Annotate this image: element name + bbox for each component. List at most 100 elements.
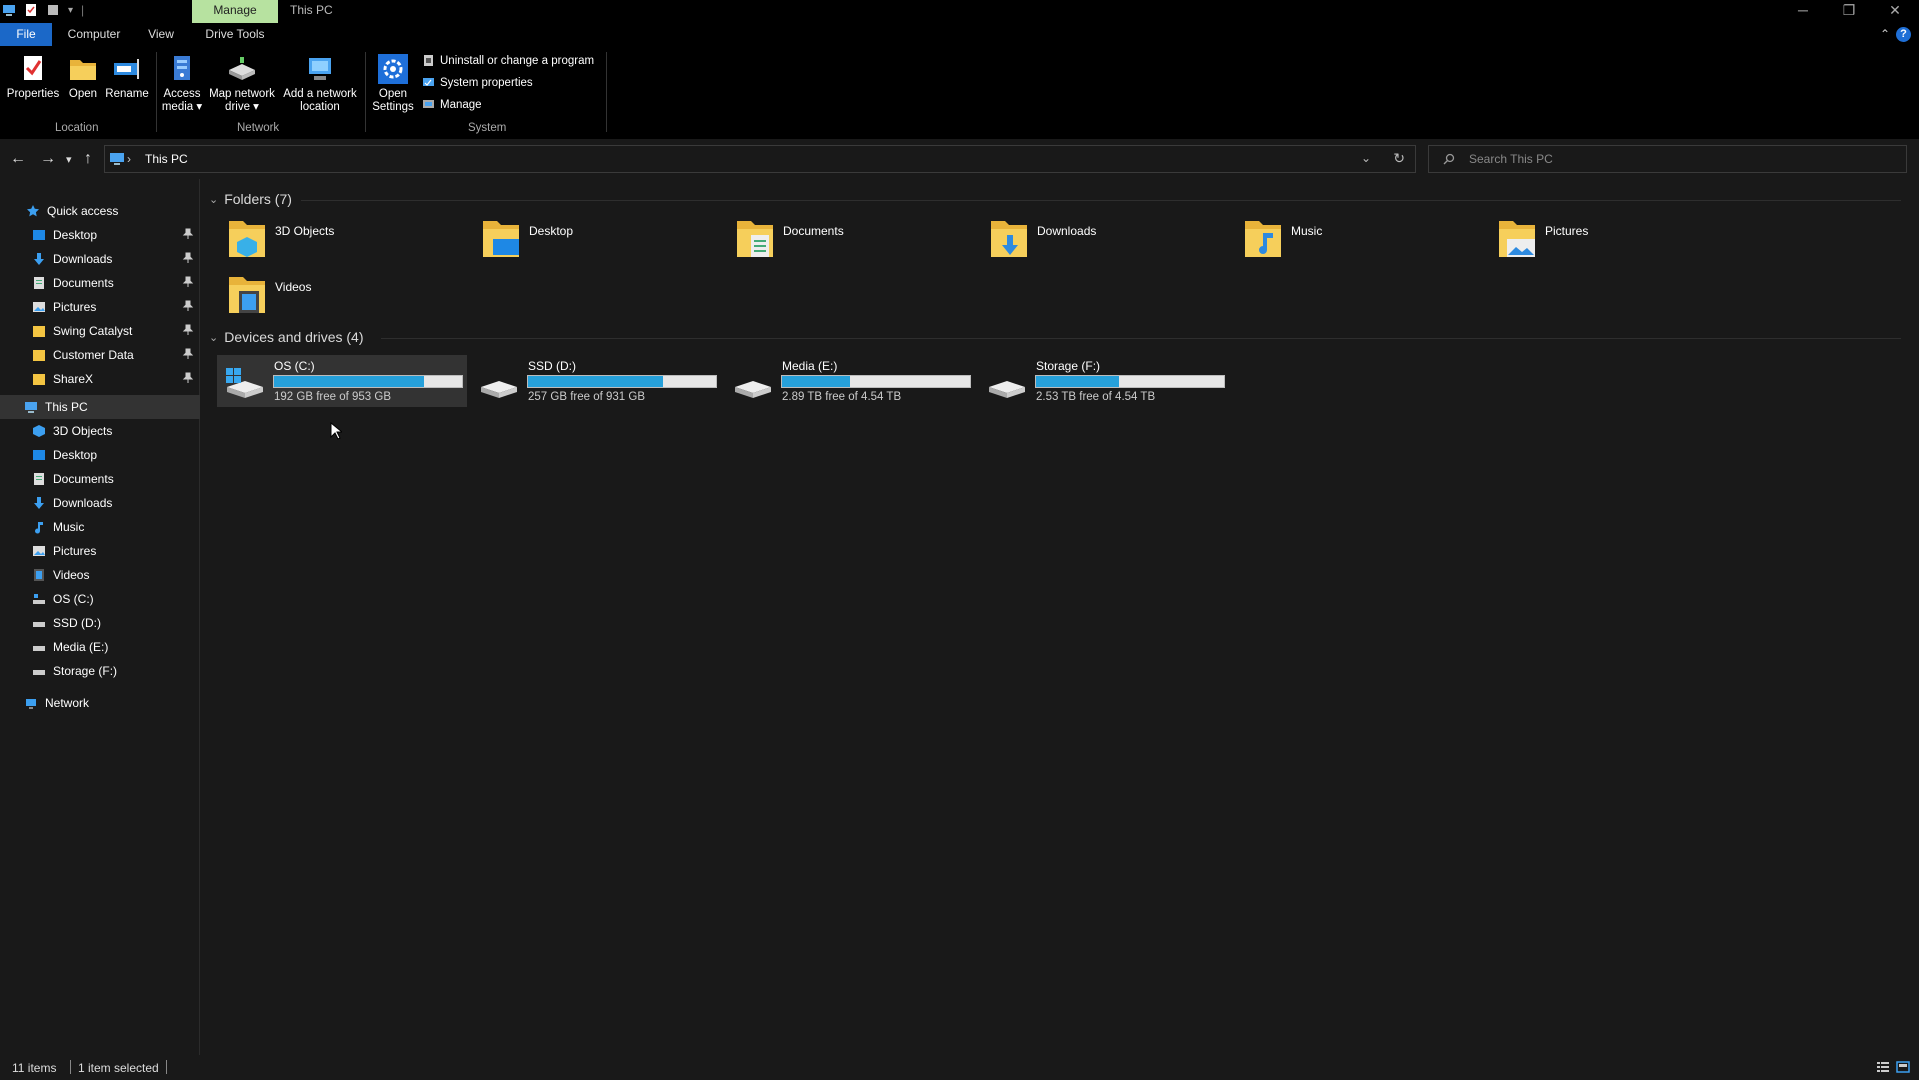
network-group-label: Network [237,122,280,134]
add-network-location-button[interactable]: Add a network location [280,54,360,114]
new-folder-icon[interactable] [46,3,60,17]
sidebar-item-quick-access[interactable]: Quick access [0,199,200,223]
collapse-ribbon-chevron-icon[interactable]: ⌃ [1880,27,1890,41]
up-arrow-icon[interactable]: ↑ [84,150,92,168]
forward-arrow-icon[interactable]: → [40,150,56,168]
sidebar-item-network[interactable]: Network [0,691,200,715]
rename-label: Rename [105,88,149,100]
drives-section-header[interactable]: ⌄ Devices and drives (4) [209,329,364,345]
sidebar-item-documents[interactable]: Documents [0,271,200,295]
sidebar-item-3d-objects[interactable]: 3D Objects [0,419,200,443]
tab-view[interactable]: View [140,23,182,46]
properties-icon[interactable] [24,3,38,17]
drive-ssd-d[interactable]: SSD (D:) 257 GB free of 931 GB [471,355,721,407]
pin-icon[interactable] [182,300,194,312]
open-settings-label-1: Open [378,88,408,100]
folder-pictures[interactable]: Pictures [1487,215,1727,267]
tab-computer[interactable]: Computer [58,23,130,46]
sidebar-item-label: Customer Data [53,348,134,362]
folder-music[interactable]: Music [1233,215,1473,267]
drives-header-label: Devices and drives (4) [224,329,364,345]
search-input[interactable] [1467,151,1887,167]
breadcrumb-separator-icon[interactable]: › [127,152,131,166]
folder-videos[interactable]: Videos [217,271,457,323]
sidebar-item-ssd-d[interactable]: SSD (D:) [0,611,200,635]
recent-locations-chevron-icon[interactable]: ▾ [66,153,72,166]
drive-icon [33,670,45,675]
folder-3d-objects[interactable]: 3D Objects [217,215,457,267]
sidebar-item-storage-f[interactable]: Storage (F:) [0,659,200,683]
breadcrumb-this-pc[interactable]: This PC [145,152,188,166]
sidebar-item-desktop[interactable]: Desktop [0,223,200,247]
sidebar-item-label: SSD (D:) [53,616,101,630]
sidebar-item-music[interactable]: Music [0,515,200,539]
pin-icon[interactable] [182,324,194,336]
drive-free-space: 2.53 TB free of 4.54 TB [1036,391,1156,403]
folder-downloads[interactable]: Downloads [979,215,1219,267]
pin-icon[interactable] [182,276,194,288]
properties-button[interactable]: Properties [6,54,60,101]
this-pc-icon [110,153,124,165]
uninstall-icon [424,55,433,66]
system-properties-button[interactable]: System properties [422,76,533,89]
drive-media-e[interactable]: Media (E:) 2.89 TB free of 4.54 TB [725,355,975,407]
details-view-icon[interactable] [1876,1061,1890,1073]
folder-desktop[interactable]: Desktop [471,215,711,267]
pin-icon[interactable] [182,348,194,360]
sidebar-item-media-e[interactable]: Media (E:) [0,635,200,659]
help-icon[interactable]: ? [1896,27,1911,42]
sidebar-item-label: Music [53,520,85,534]
drive-usage-fill [782,376,850,387]
large-icons-view-icon[interactable] [1896,1061,1910,1073]
documents-folder-icon [737,221,773,257]
close-button[interactable]: ✕ [1872,0,1918,23]
open-settings-button[interactable]: Open Settings [370,54,416,114]
sidebar-item-swing-catalyst[interactable]: Swing Catalyst [0,319,200,343]
pin-icon[interactable] [182,228,194,240]
sidebar-item-this-pc[interactable]: This PC [0,395,200,419]
sidebar-item-desktop-pc[interactable]: Desktop [0,443,200,467]
drive-storage-f[interactable]: Storage (F:) 2.53 TB free of 4.54 TB [979,355,1229,407]
sidebar-item-customer-data[interactable]: Customer Data [0,343,200,367]
open-button[interactable]: Open [66,54,100,101]
folders-section-header[interactable]: ⌄ Folders (7) [209,191,292,207]
map-drive-dropdown-icon: ▾ [249,101,259,113]
access-media-button[interactable]: Access media ▾ [160,54,204,114]
sidebar-item-downloads-pc[interactable]: Downloads [0,491,200,515]
customize-toolbar-chevron-icon[interactable]: ▾ [68,5,73,16]
sidebar-item-pictures[interactable]: Pictures [0,295,200,319]
map-network-drive-button[interactable]: Map network drive ▾ [206,54,278,114]
folder-icon [33,374,45,385]
refresh-icon[interactable]: ↻ [1393,150,1405,167]
sidebar-item-pictures-pc[interactable]: Pictures [0,539,200,563]
settings-gear-icon [378,54,408,84]
folder-documents[interactable]: Documents [725,215,965,267]
tab-drive-tools[interactable]: Drive Tools [192,23,278,46]
pin-icon[interactable] [182,252,194,264]
windows-drive-icon [33,594,45,604]
minimize-button[interactable]: ─ [1780,0,1826,23]
media-server-icon [174,56,190,80]
tab-manage[interactable]: Manage [192,0,278,23]
sidebar-item-os-c[interactable]: OS (C:) [0,587,200,611]
sidebar-item-videos[interactable]: Videos [0,563,200,587]
manage-button[interactable]: Manage [422,98,482,111]
drive-os-c[interactable]: OS (C:) 192 GB free of 953 GB [217,355,467,407]
rename-button[interactable]: Rename [104,54,150,101]
search-box[interactable] [1428,145,1907,173]
open-label: Open [68,88,98,100]
pictures-folder-icon [1499,221,1535,257]
restore-button[interactable]: ❐ [1826,0,1872,23]
drive-name: SSD (D:) [528,359,576,373]
sidebar-item-documents-pc[interactable]: Documents [0,467,200,491]
section-collapse-chevron-icon[interactable]: ⌄ [209,331,218,344]
section-collapse-chevron-icon[interactable]: ⌄ [209,193,218,206]
address-dropdown-chevron-icon[interactable]: ⌄ [1361,151,1371,165]
pin-icon[interactable] [182,372,194,384]
uninstall-program-button[interactable]: Uninstall or change a program [422,54,594,67]
sidebar-item-downloads[interactable]: Downloads [0,247,200,271]
back-arrow-icon[interactable]: ← [10,150,26,168]
address-bar[interactable]: › This PC ⌄ ↻ [104,145,1416,173]
tab-file[interactable]: File [0,23,52,46]
sidebar-item-sharex[interactable]: ShareX [0,367,200,391]
